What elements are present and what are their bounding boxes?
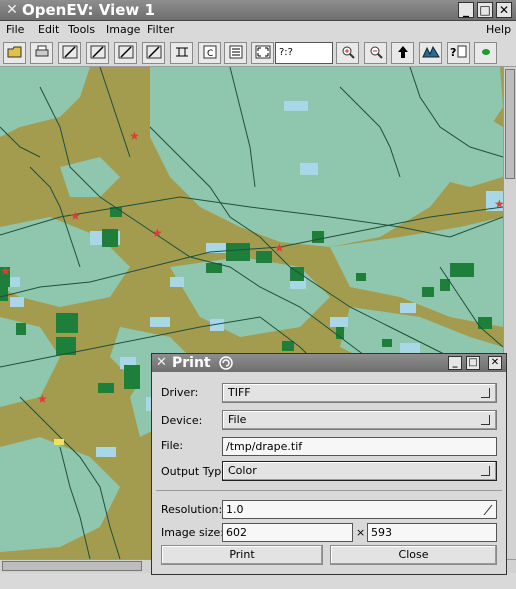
driver-value: TIFF — [228, 386, 251, 399]
horizontal-scroll-thumb[interactable] — [2, 561, 142, 571]
file-field[interactable]: /tmp/drape.tif — [222, 437, 497, 456]
swirl-icon — [219, 356, 233, 370]
driver-label: Driver: — [161, 386, 199, 399]
dialog-close-button[interactable]: ✕ — [488, 356, 502, 370]
image-height-field[interactable]: 593 — [367, 523, 497, 542]
resolution-label: Resolution: — [161, 503, 223, 516]
menu-file[interactable]: File — [6, 23, 24, 37]
output-type-value: Color — [228, 464, 257, 477]
image-width-field[interactable]: 602 — [222, 523, 353, 542]
device-value: File — [228, 413, 247, 426]
device-select[interactable]: File — [222, 410, 497, 430]
vertical-scroll-thumb[interactable] — [505, 69, 515, 179]
open-icon[interactable] — [3, 42, 26, 64]
status-bar — [0, 573, 516, 589]
image-size-label: Image size: — [161, 526, 224, 539]
dialog-menu-icon[interactable]: ✕ — [156, 355, 170, 371]
close-window-button[interactable]: ✕ — [496, 2, 512, 18]
menu-edit[interactable]: Edit — [38, 23, 59, 37]
zoom-in-icon[interactable] — [336, 42, 359, 64]
resolution-field[interactable]: 1.0 — [222, 500, 497, 519]
times-label: × — [356, 526, 366, 539]
menu-image[interactable]: Image — [106, 23, 140, 37]
device-label: Device: — [161, 414, 203, 427]
draw-line-icon[interactable] — [58, 42, 81, 64]
draw-polygon-icon[interactable] — [114, 42, 137, 64]
print-icon[interactable] — [30, 42, 53, 64]
chevron-down-icon — [481, 415, 490, 425]
chevron-down-icon — [481, 388, 490, 398]
minimize-button[interactable]: _ — [458, 2, 474, 18]
svg-text:★: ★ — [494, 197, 503, 211]
menu-tools[interactable]: Tools — [68, 23, 95, 37]
resolution-stepper-icon[interactable] — [483, 503, 493, 517]
svg-text:★: ★ — [152, 226, 163, 240]
menu-bar: File Edit Tools Image Filter Help — [0, 21, 516, 39]
maximize-button[interactable]: □ — [477, 2, 493, 18]
dialog-maximize-button[interactable]: □ — [466, 356, 480, 370]
window-titlebar[interactable]: ✕ OpenEV: View 1 _ □ ✕ — [0, 0, 516, 21]
svg-text:★: ★ — [70, 209, 81, 223]
print-dialog-titlebar[interactable]: ✕ Print _ □ ✕ — [152, 354, 506, 372]
window-title: OpenEV: View 1 — [22, 1, 155, 19]
draw-area-icon[interactable] — [142, 42, 165, 64]
dialog-minimize-button[interactable]: _ — [448, 356, 462, 370]
resolution-value: 1.0 — [226, 503, 244, 516]
print-dialog-title: Print — [172, 355, 211, 371]
svg-text:C: C — [207, 49, 213, 59]
close-button[interactable]: Close — [330, 545, 497, 565]
fit-icon[interactable] — [251, 42, 274, 64]
menu-filter[interactable]: Filter — [147, 23, 174, 37]
chevron-down-icon — [481, 466, 490, 476]
menu-help[interactable]: Help — [486, 23, 511, 37]
file-label: File: — [161, 439, 184, 452]
driver-select[interactable]: TIFF — [222, 383, 497, 403]
list-icon[interactable] — [224, 42, 247, 64]
draw-polyline-icon[interactable] — [86, 42, 109, 64]
roi-icon[interactable] — [170, 42, 193, 64]
output-type-select[interactable]: Color — [222, 461, 497, 481]
print-dialog: ✕ Print _ □ ✕ Driver: TIFF Device: File … — [151, 353, 507, 575]
green-dot-icon[interactable] — [474, 42, 497, 64]
dialog-separator — [156, 490, 502, 491]
help-doc-icon[interactable]: ? — [447, 42, 470, 64]
print-button[interactable]: Print — [161, 545, 323, 565]
3d-view-icon[interactable] — [419, 42, 442, 64]
svg-text:★: ★ — [37, 392, 48, 406]
svg-text:★: ★ — [274, 241, 285, 255]
svg-text:★: ★ — [0, 264, 11, 278]
svg-text:?: ? — [450, 46, 456, 59]
window-menu-icon[interactable]: ✕ — [4, 2, 20, 18]
toolbar: C ?:? ? — [0, 39, 516, 67]
coordinate-entry[interactable]: ?:? — [275, 42, 333, 64]
north-arrow-icon[interactable] — [391, 42, 414, 64]
zoom-out-icon[interactable] — [364, 42, 387, 64]
copy-icon[interactable]: C — [198, 42, 221, 64]
svg-text:★: ★ — [129, 129, 140, 143]
